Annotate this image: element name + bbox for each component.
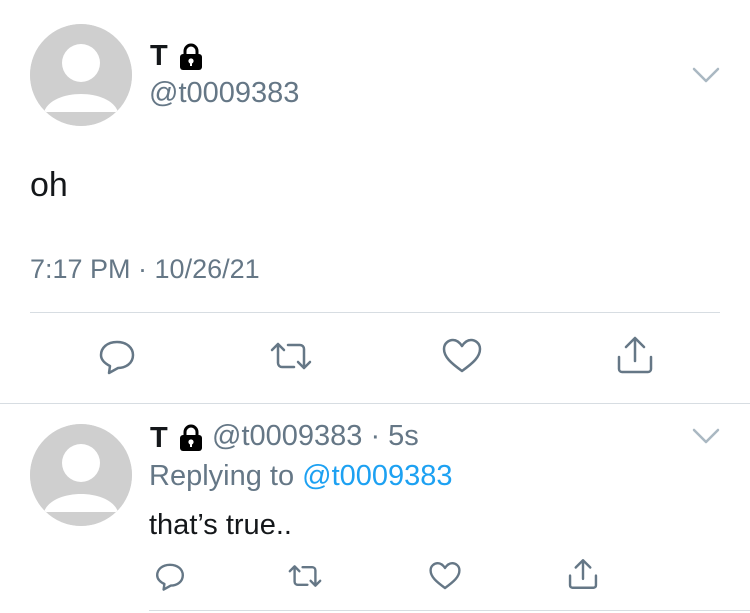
share-icon xyxy=(617,336,653,374)
mention-link[interactable]: @t0009383 xyxy=(302,460,452,492)
heart-icon xyxy=(442,338,482,373)
share-button[interactable] xyxy=(612,332,658,378)
retweet-icon xyxy=(270,342,312,370)
reply-icon xyxy=(156,563,184,591)
tweet-timestamp[interactable]: 7:17 PM · 10/26/21 xyxy=(30,254,260,285)
divider xyxy=(30,312,720,313)
heart-icon xyxy=(429,562,461,590)
display-name[interactable]: T xyxy=(150,422,168,455)
handle-and-time[interactable]: @t0009383 · 5s xyxy=(212,420,419,453)
share-icon xyxy=(568,559,598,589)
avatar[interactable] xyxy=(30,24,132,126)
reply-button[interactable] xyxy=(95,334,139,378)
retweet-button[interactable] xyxy=(266,334,316,378)
like-button[interactable] xyxy=(426,558,464,594)
divider xyxy=(0,403,750,404)
retweet-icon xyxy=(288,565,322,587)
replying-prefix: Replying to xyxy=(149,460,295,492)
lock-icon xyxy=(177,43,205,76)
divider xyxy=(149,610,750,611)
reply-button[interactable] xyxy=(152,558,188,594)
reply-icon xyxy=(99,340,135,375)
replying-to-line: Replying to @t0009383 xyxy=(149,460,453,493)
like-button[interactable] xyxy=(439,334,485,378)
avatar[interactable] xyxy=(30,424,132,526)
share-button[interactable] xyxy=(564,555,602,593)
tweet-text: that’s true.. xyxy=(149,509,292,541)
chevron-down-icon[interactable] xyxy=(690,63,722,92)
tweet-text: oh xyxy=(30,166,68,204)
handle[interactable]: @t0009383 xyxy=(149,77,299,110)
retweet-button[interactable] xyxy=(285,558,325,594)
lock-icon xyxy=(177,424,205,457)
chevron-down-icon[interactable] xyxy=(690,424,722,453)
display-name[interactable]: T xyxy=(150,40,168,73)
